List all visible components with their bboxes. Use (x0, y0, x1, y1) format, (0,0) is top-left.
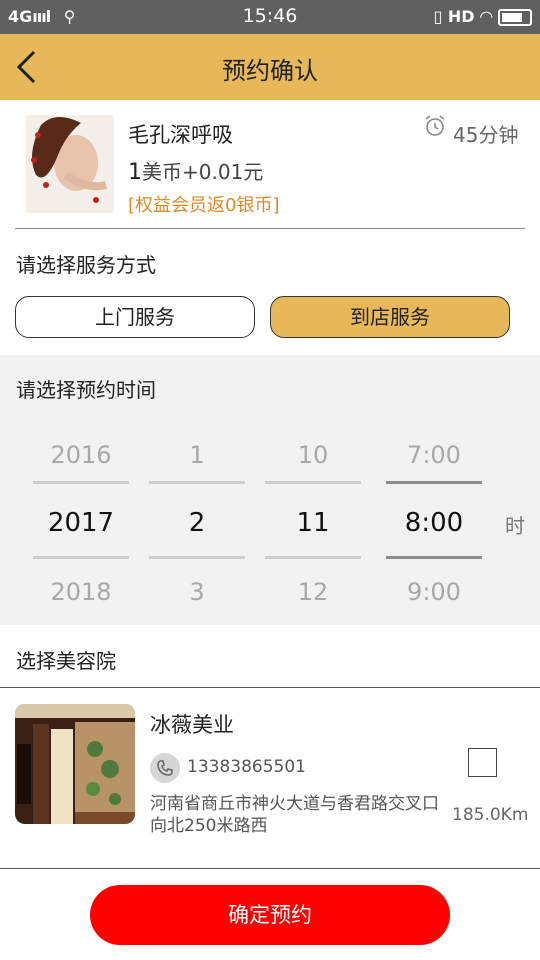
divider (0, 687, 540, 688)
time-picker: 请选择预约时间 2016 2017 2018 1 2 3 10 11 12 7:… (0, 355, 540, 625)
day-select-line (265, 556, 361, 559)
hour-unit-label: 时 (505, 514, 525, 538)
salon-section-label: 选择美容院 (16, 649, 116, 673)
price-rest: 美币+0.01元 (142, 160, 264, 184)
salon-image (15, 704, 135, 824)
day-selected[interactable]: 11 (265, 508, 361, 538)
hour-select-line (386, 556, 482, 559)
salon-address: 河南省商丘市神火大道与香君路交叉口向北250米路西 (150, 794, 439, 836)
battery-icon (498, 9, 532, 26)
wifi-icon: ◠ (480, 7, 493, 26)
salon-phone[interactable]: 13383865501 (187, 757, 306, 777)
day-select-line (265, 481, 361, 484)
year-option[interactable]: 2016 (33, 441, 129, 469)
day-option[interactable]: 12 (265, 578, 361, 606)
product-image (26, 115, 114, 213)
salon-name: 冰薇美业 (150, 713, 234, 737)
year-selected[interactable]: 2017 (33, 508, 129, 538)
phone-icon[interactable] (150, 753, 180, 783)
alarm-clock-icon (425, 115, 445, 136)
status-bar: 4Gıııl ⚲ 15:46 ▯ HD ◠ (0, 0, 540, 34)
hour-select-line (386, 481, 482, 484)
time-picker-label: 请选择预约时间 (16, 378, 156, 402)
salon-select-checkbox[interactable] (468, 748, 497, 777)
hd-label: HD (447, 7, 475, 26)
status-right: ▯ HD ◠ (433, 7, 532, 26)
hour-selected[interactable]: 8:00 (386, 508, 482, 538)
page-title: 预约确认 (222, 57, 318, 85)
product-name: 毛孔深呼吸 (128, 123, 233, 147)
service-duration: 45分钟 (453, 123, 519, 147)
divider (0, 868, 540, 869)
store-service-button[interactable]: 到店服务 (270, 296, 510, 338)
day-option[interactable]: 10 (265, 441, 361, 469)
member-note: [权益会员返0银币] (128, 195, 280, 216)
vibrate-icon: ▯ (433, 7, 443, 26)
price-main: 1 (128, 160, 142, 185)
home-service-button[interactable]: 上门服务 (15, 296, 255, 338)
month-option[interactable]: 1 (149, 441, 245, 469)
divider (15, 228, 525, 229)
hour-option[interactable]: 9:00 (386, 578, 482, 606)
confirm-booking-button[interactable]: 确定预约 (90, 885, 450, 945)
year-select-line (33, 556, 129, 559)
year-select-line (33, 481, 129, 484)
hour-option[interactable]: 7:00 (386, 441, 482, 469)
month-selected[interactable]: 2 (149, 508, 245, 538)
month-select-line (149, 481, 245, 484)
year-option[interactable]: 2018 (33, 578, 129, 606)
salon-distance: 185.0Km (452, 805, 529, 825)
product-price: 1美币+0.01元 (128, 156, 263, 185)
header-bar: 预约确认 (0, 34, 540, 100)
month-select-line (149, 556, 245, 559)
service-method-label: 请选择服务方式 (16, 253, 156, 277)
month-option[interactable]: 3 (149, 578, 245, 606)
